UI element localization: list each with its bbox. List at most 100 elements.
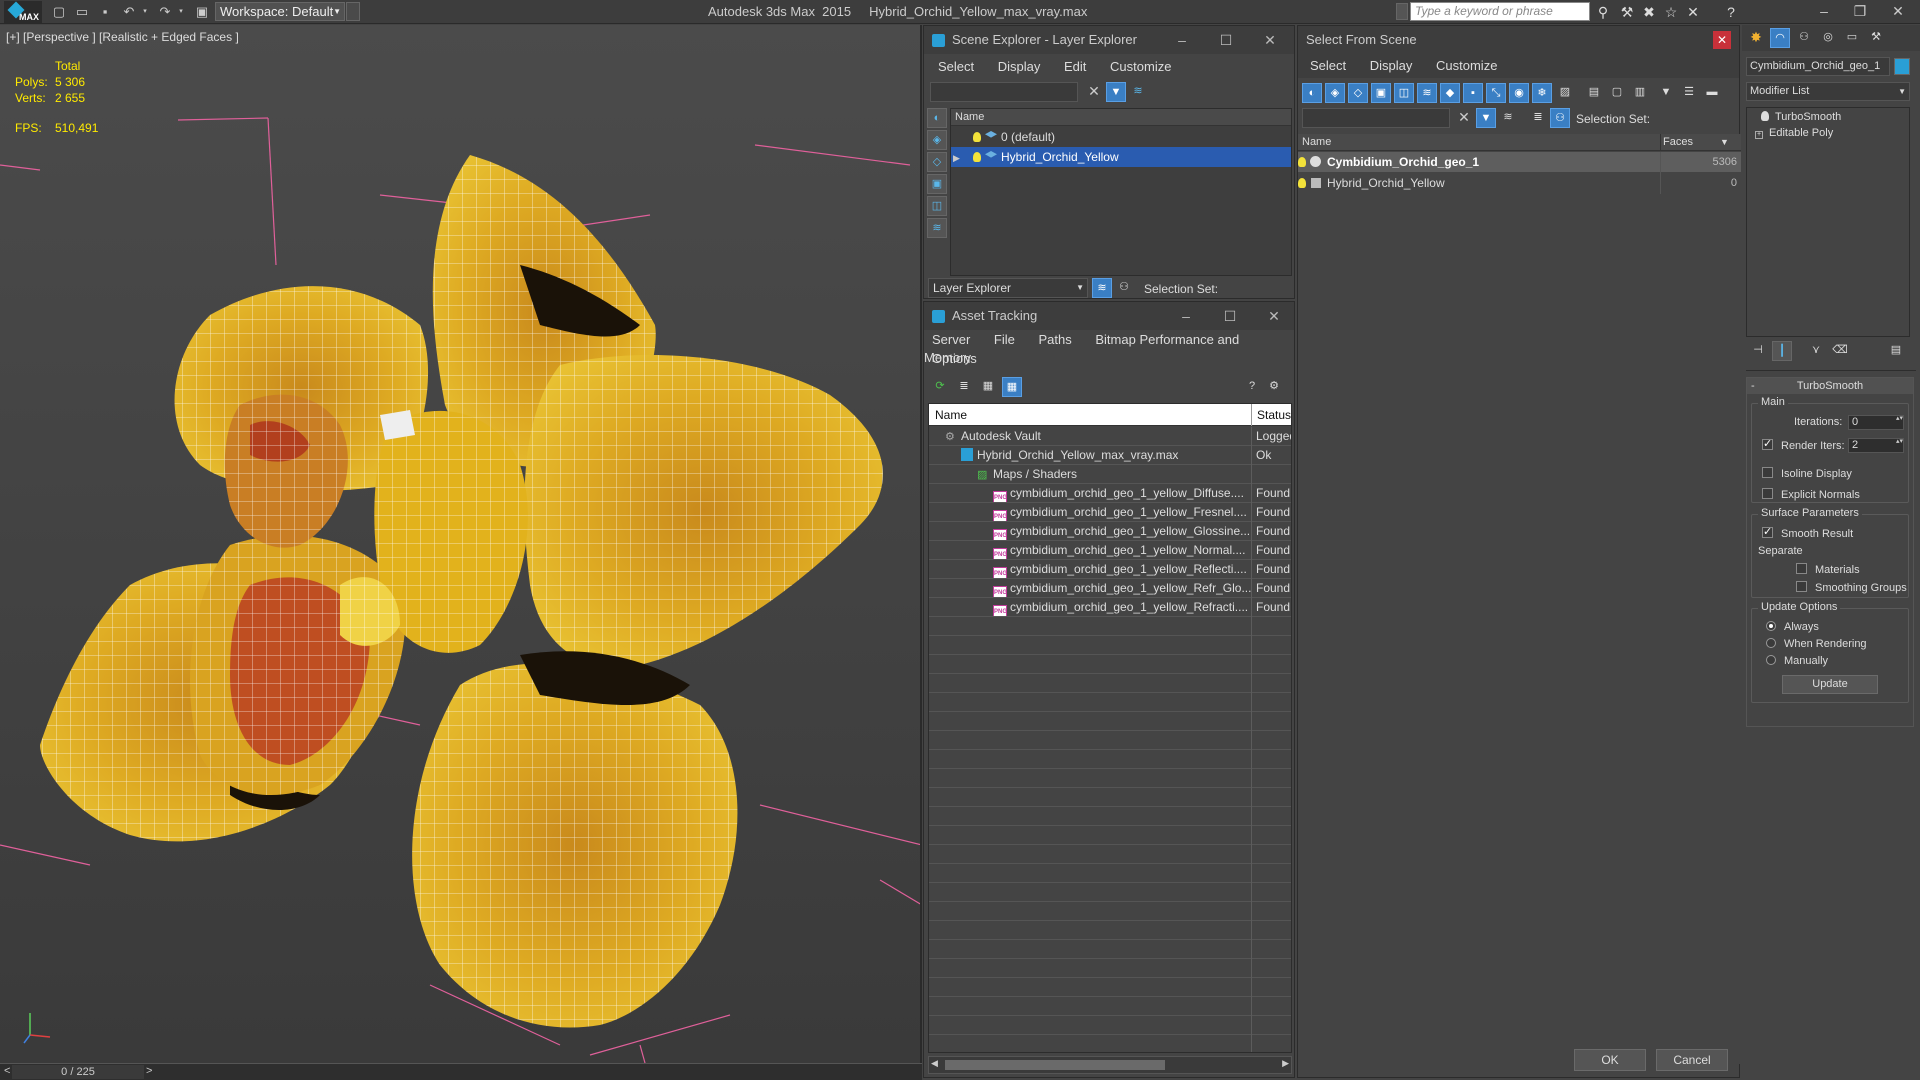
make-unique-icon[interactable]: ⋎ [1806,341,1826,361]
render-iters-spinner[interactable]: 2 [1848,438,1904,453]
menu-edit[interactable]: Edit [1064,59,1086,74]
workspace-extra-button[interactable] [346,2,360,21]
display-lights-icon[interactable]: ◇ [1348,83,1368,103]
asset-row[interactable]: PNG cymbidium_orchid_geo_1_yellow_Diffuse… [929,484,1291,503]
time-slider[interactable]: < 0 / 225 > [0,1063,922,1080]
close-icon[interactable]: ✕ [1880,0,1916,22]
visibility-bulb-icon[interactable] [973,132,981,142]
display-hidden-icon[interactable]: ▨ [1555,83,1575,103]
layer-filter-icon[interactable]: ≋ [1498,108,1518,128]
visibility-bulb-icon[interactable] [973,152,981,162]
redo-dropdown-icon[interactable]: ▾ [176,3,186,20]
smoothing-groups-checkbox[interactable] [1796,581,1807,592]
restore-icon[interactable]: ❐ [1842,0,1878,22]
display-frozen-icon[interactable]: ❄ [1532,83,1552,103]
utilities-tab-icon[interactable]: ⚒ [1866,28,1886,48]
ok-button[interactable]: OK [1574,1049,1646,1071]
display-containers-icon[interactable]: ◉ [1509,83,1529,103]
clear-search-icon[interactable]: ✕ [1454,108,1474,128]
show-end-result-icon[interactable]: ┃ [1772,341,1792,361]
explicit-normals-checkbox[interactable] [1762,488,1773,499]
update-button[interactable]: Update [1782,675,1878,694]
column-faces-header[interactable]: Faces [1663,134,1693,151]
display-cameras-icon[interactable]: ▣ [1371,83,1391,103]
asset-row[interactable]: PNG cymbidium_orchid_geo_1_yellow_Normal.… [929,541,1291,560]
filter-icon[interactable]: ▼ [1656,83,1676,103]
display-groups-icon[interactable]: ◆ [1440,83,1460,103]
asset-row[interactable]: PNG cymbidium_orchid_geo_1_yellow_Refract… [929,598,1291,617]
scrollbar-thumb[interactable] [945,1060,1165,1070]
scene-explorer-search[interactable] [930,82,1078,102]
asset-row[interactable]: PNG cymbidium_orchid_geo_1_yellow_Glossin… [929,522,1291,541]
modifier-stack-item[interactable]: + Editable Poly [1747,126,1909,141]
smooth-result-checkbox[interactable] [1762,525,1773,538]
menu-select[interactable]: Select [938,59,974,74]
display-helpers-icon[interactable]: ◫ [1394,83,1414,103]
menu-customize[interactable]: Customize [1436,58,1497,73]
favorites-star-icon[interactable]: ☆ [1662,3,1680,21]
motion-tab-icon[interactable]: ◎ [1818,28,1838,48]
layer-row[interactable]: ▶ Hybrid_Orchid_Yellow [951,147,1291,167]
expand-arrow-icon[interactable]: ▶ [951,148,963,167]
horizontal-scrollbar[interactable]: ◀ ▶ [928,1056,1292,1074]
table-view-icon[interactable]: ▦ [1002,377,1022,397]
minimize-icon[interactable]: – [1806,0,1842,22]
materials-checkbox[interactable] [1796,563,1807,574]
select-none-icon[interactable]: ▢ [1607,83,1627,103]
display-spacewarps-icon[interactable]: ≋ [1417,83,1437,103]
select-from-scene-titlebar[interactable]: Select From Scene [1298,26,1739,54]
layer-explorer-icon[interactable]: ≋ [1092,278,1112,298]
asset-row[interactable]: PNG cymbidium_orchid_geo_1_yellow_Reflect… [929,560,1291,579]
refresh-icon[interactable]: ⟳ [930,377,950,397]
display-cameras-icon[interactable]: ◫ [927,196,947,216]
minimize-icon[interactable]: – [1164,302,1208,330]
open-file-icon[interactable]: ▭ [73,3,91,20]
undo-dropdown-icon[interactable]: ▾ [140,3,150,20]
cancel-button[interactable]: Cancel [1656,1049,1728,1071]
search-input[interactable]: Type a keyword or phrase [1410,2,1590,21]
filter-icon[interactable]: ▼ [1106,82,1126,102]
layer-row[interactable]: 0 (default) [951,127,1291,147]
render-iters-checkbox[interactable] [1762,437,1773,450]
column-name-header[interactable]: Name [935,404,967,426]
viewport-label[interactable]: [+] [Perspective ] [Realistic + Edged Fa… [6,30,239,44]
project-folder-icon[interactable]: ▣ [193,3,211,20]
modifier-stack-item[interactable]: TurboSmooth [1747,110,1909,125]
rollout-title[interactable]: - TurboSmooth [1747,378,1913,394]
menu-customize[interactable]: Customize [1110,59,1171,74]
clear-search-icon[interactable]: ✕ [1084,82,1104,102]
thumbnail-view-icon[interactable]: ▦ [978,377,998,397]
when-rendering-radio[interactable] [1766,638,1776,648]
new-file-icon[interactable]: ▢ [50,3,68,20]
visibility-bulb-icon[interactable] [1298,178,1306,188]
asset-row[interactable]: ⚙ Autodesk Vault Logged [929,427,1291,446]
collapse-icon[interactable]: ▬ [1702,83,1722,103]
modify-tab-icon[interactable]: ◠ [1770,28,1790,48]
redo-icon[interactable]: ↷ [156,3,174,20]
modifier-list-dropdown[interactable]: Modifier List ▼ [1746,82,1910,101]
time-next-button[interactable]: > [146,1065,152,1077]
search-arrow[interactable] [1396,3,1408,20]
settings-icon[interactable]: ⚙ [1264,377,1284,397]
minimize-icon[interactable]: – [1160,26,1204,54]
select-search-input[interactable] [1302,108,1450,128]
workspace-dropdown[interactable]: Workspace: Default ▼ [215,2,345,21]
menu-server[interactable]: Server [932,332,970,347]
visibility-bulb-icon[interactable] [1298,157,1306,167]
object-name-field[interactable]: Cymbidium_Orchid_geo_1 [1746,57,1890,76]
asset-row[interactable]: Hybrid_Orchid_Yellow_max_vray.max Ok [929,446,1291,465]
asset-row[interactable]: PNG cymbidium_orchid_geo_1_yellow_Fresnel… [929,503,1291,522]
column-name-header[interactable]: Name [1302,134,1331,151]
help-icon[interactable]: ? [1722,3,1740,21]
sort-arrow-icon[interactable]: ▼ [1720,134,1729,151]
explorer-type-dropdown[interactable]: Layer Explorer ▼ [928,278,1088,298]
binoculars-icon[interactable]: ⚲ [1594,3,1612,21]
display-bones-icon[interactable]: ⤡ [1486,83,1506,103]
undo-icon[interactable]: ↶ [120,3,138,20]
menu-display[interactable]: Display [1370,58,1413,73]
invert-selection-icon[interactable]: ▥ [1630,83,1650,103]
exchange-icon[interactable]: ✕ [1684,3,1702,21]
menu-select[interactable]: Select [1310,58,1346,73]
asset-row[interactable]: ▨ Maps / Shaders [929,465,1291,484]
subscription-icon[interactable]: ⚒ [1618,3,1636,21]
